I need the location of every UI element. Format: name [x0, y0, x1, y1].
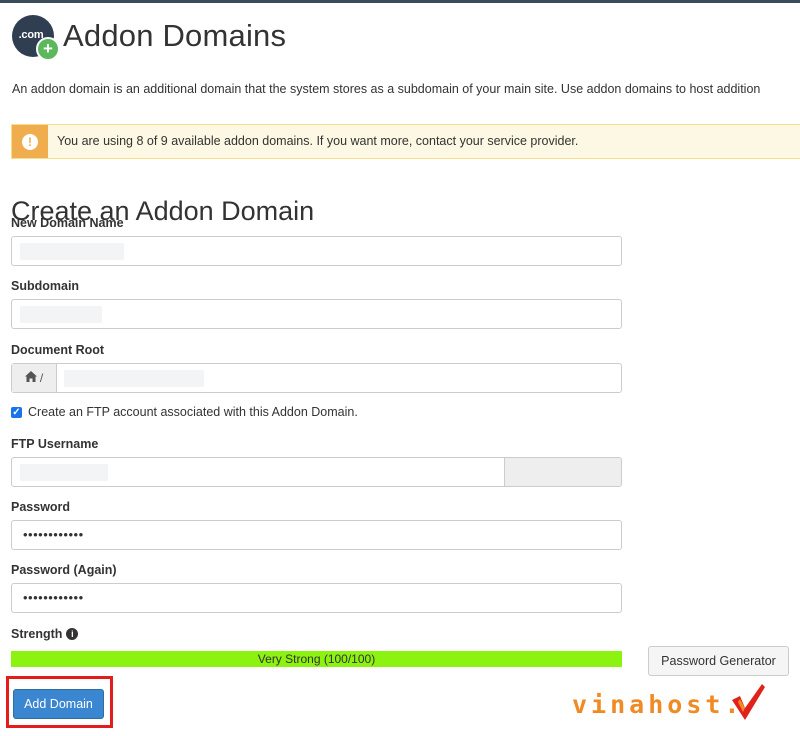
- checkmark-icon: [732, 684, 765, 720]
- alert-text: You are using 8 of 9 available addon dom…: [57, 134, 579, 148]
- document-root-input[interactable]: /: [11, 363, 622, 393]
- password-value: ••••••••••••: [23, 527, 84, 542]
- page-description: An addon domain is an additional domain …: [12, 82, 761, 96]
- ftp-checkbox-label: Create an FTP account associated with th…: [28, 405, 358, 419]
- strength-label-row: Strength i: [11, 627, 79, 641]
- ftp-checkbox[interactable]: ✓: [11, 406, 22, 418]
- add-domain-button[interactable]: Add Domain: [13, 689, 104, 719]
- redacted-value: [20, 243, 124, 260]
- password-again-value: ••••••••••••: [23, 590, 84, 605]
- redacted-value: [64, 370, 204, 387]
- password-generator-button[interactable]: Password Generator: [648, 646, 789, 676]
- top-border: [0, 0, 800, 3]
- strength-meter: Very Strong (100/100): [11, 651, 622, 667]
- prefix-slash: /: [39, 371, 44, 385]
- new-domain-label: New Domain Name: [11, 216, 124, 230]
- vinahost-watermark: vinahost.: [572, 680, 772, 724]
- password-again-input[interactable]: ••••••••••••: [11, 583, 622, 613]
- usage-alert: ! You are using 8 of 9 available addon d…: [11, 124, 800, 159]
- strength-text: Very Strong (100/100): [257, 652, 376, 666]
- ftp-username-group: [11, 457, 622, 487]
- page-title: Addon Domains: [63, 18, 287, 53]
- addon-domains-logo-icon: .com +: [12, 15, 60, 61]
- new-domain-input[interactable]: [11, 236, 622, 266]
- redacted-value: [20, 464, 108, 481]
- password-input[interactable]: ••••••••••••: [11, 520, 622, 550]
- redacted-value: [20, 306, 102, 323]
- alert-icon-box: !: [12, 125, 48, 158]
- exclamation-circle-icon: !: [22, 133, 38, 150]
- subdomain-label: Subdomain: [11, 279, 80, 293]
- ftp-checkbox-row[interactable]: ✓ Create an FTP account associated with …: [11, 405, 358, 419]
- watermark-text: vinahost.: [572, 690, 744, 719]
- strength-label: Strength: [11, 627, 63, 641]
- document-root-prefix: /: [12, 364, 57, 392]
- subdomain-input[interactable]: [11, 299, 622, 329]
- password-again-label: Password (Again): [11, 563, 117, 577]
- home-icon: [24, 371, 37, 385]
- ftp-username-input[interactable]: [11, 457, 505, 487]
- ftp-username-label: FTP Username: [11, 437, 99, 451]
- password-label: Password: [11, 500, 71, 514]
- document-root-label: Document Root: [11, 343, 105, 357]
- page-header: .com + Addon Domains: [12, 14, 287, 61]
- ftp-username-suffix: [504, 457, 622, 487]
- info-circle-icon[interactable]: i: [66, 628, 79, 640]
- plus-icon: +: [36, 37, 60, 61]
